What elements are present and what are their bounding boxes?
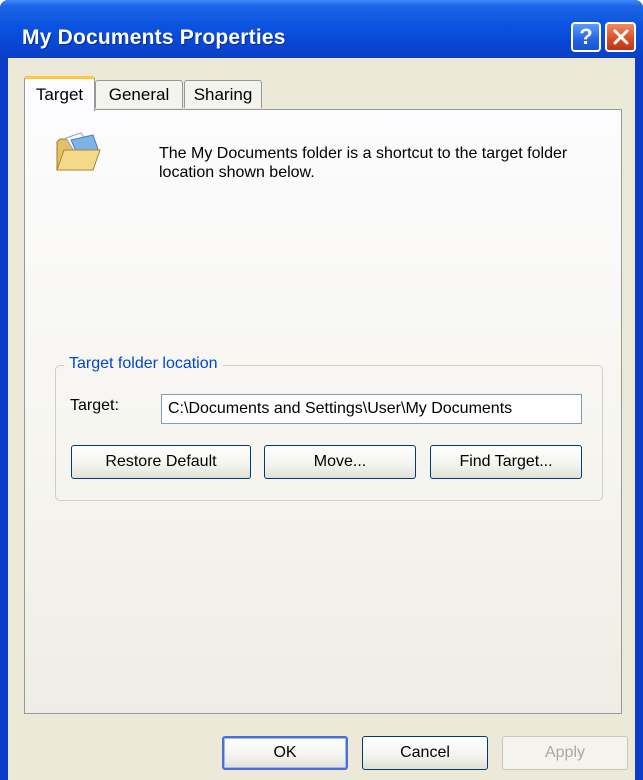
tab-general[interactable]: General: [95, 80, 183, 108]
window-title: My Documents Properties: [22, 26, 286, 49]
question-mark-icon: ?: [579, 24, 593, 49]
target-label: Target:: [70, 397, 119, 414]
target-tab-panel: The My Documents folder is a shortcut to…: [24, 109, 622, 714]
help-button[interactable]: ?: [571, 22, 601, 52]
ok-button[interactable]: OK: [222, 736, 348, 770]
dialog-client-area: Target General Sharing The My Documents …: [8, 58, 635, 780]
restore-default-button[interactable]: Restore Default: [71, 445, 251, 479]
description-text: The My Documents folder is a shortcut to…: [159, 145, 568, 181]
open-folder-icon: [56, 132, 101, 171]
close-icon: [613, 29, 628, 45]
target-path-input[interactable]: C:\Documents and Settings\User\My Docume…: [161, 394, 582, 424]
move-button[interactable]: Move...: [264, 445, 416, 479]
tab-target[interactable]: Target: [24, 76, 95, 111]
find-target-button[interactable]: Find Target...: [430, 445, 582, 479]
close-button[interactable]: [605, 22, 636, 52]
target-folder-groupbox: Target folder location Target: C:\Docume…: [55, 355, 603, 501]
properties-dialog: My Documents Properties ? Target General…: [0, 0, 643, 780]
apply-button[interactable]: Apply: [502, 736, 628, 770]
cancel-button[interactable]: Cancel: [362, 736, 488, 770]
title-bar[interactable]: My Documents Properties ?: [0, 0, 643, 58]
tab-sharing[interactable]: Sharing: [184, 80, 262, 108]
groupbox-legend: Target folder location: [64, 355, 223, 373]
